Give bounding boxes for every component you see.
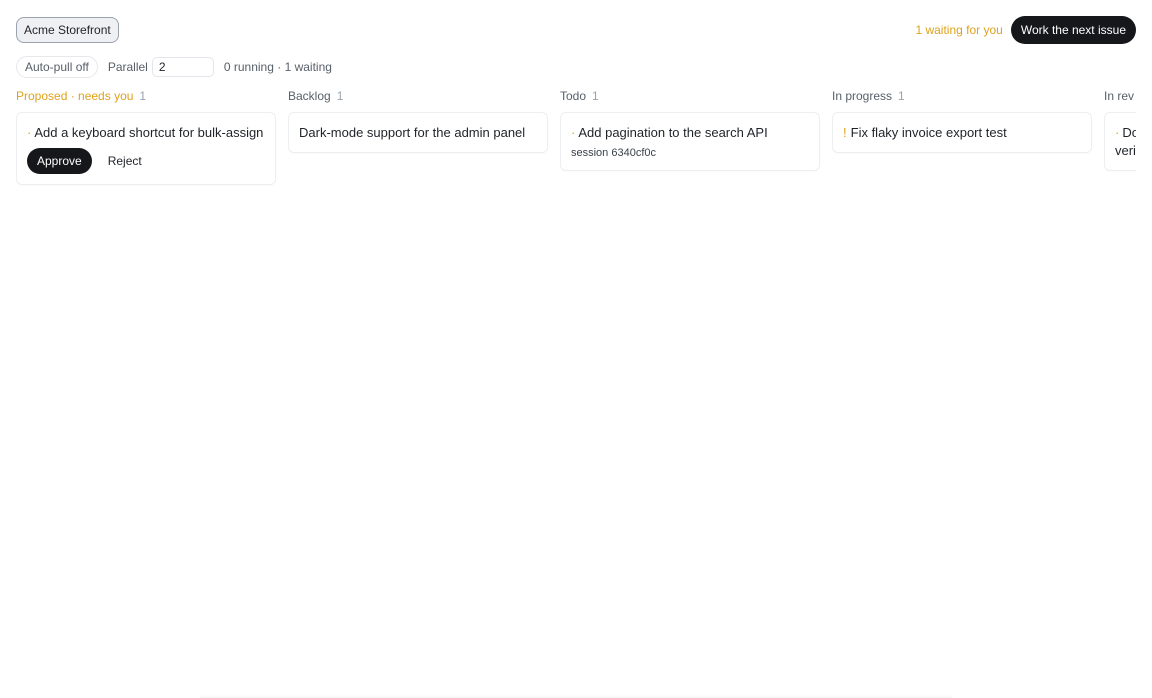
issue-card[interactable]: · Add a keyboard shortcut for bulk-assign… [16,112,276,185]
column-todo: Todo 1 · Add pagination to the search API… [560,88,820,171]
issue-card[interactable]: ! Fix flaky invoice export test [832,112,1092,153]
column-header: In rev [1104,88,1136,104]
top-actions: 1 waiting for you Work the next issue [915,16,1136,44]
card-actions: Approve Reject [27,148,265,174]
card-title-text: Dark-mode support for the admin panel [299,125,526,140]
board-columns: Proposed · needs you 1 · Add a keyboard s… [16,88,1136,698]
approve-button[interactable]: Approve [27,148,92,174]
kanban-page: Acme Storefront 1 waiting for you Work t… [0,0,1152,698]
card-title: · Add pagination to the search API [571,124,809,142]
card-title-text: Do [1122,125,1136,140]
column-header: Todo 1 [560,88,820,104]
priority-marker: · [27,125,32,140]
column-title: Backlog [288,89,331,103]
project-selector[interactable]: Acme Storefront [16,17,119,43]
parallel-input[interactable] [151,57,214,77]
control-strip: Auto-pull off Parallel 0 running · 1 wai… [16,56,332,78]
bottom-edge-shadow [200,694,952,698]
session-id: session 6340cf0c [571,147,656,159]
column-title: Todo [560,89,587,103]
card-title: ! Fix flaky invoice export test [843,124,1081,142]
card-title-text-line2: veri [1115,143,1136,158]
top-bar: Acme Storefront 1 waiting for you Work t… [16,16,1136,44]
column-count: 1 [592,89,599,103]
run-status: 0 running · 1 waiting [223,60,332,74]
parallel-setting: Parallel [108,57,214,77]
card-title: · Add a keyboard shortcut for bulk-assign [27,124,265,142]
card-title-text: Add a keyboard shortcut for bulk-assign [34,125,264,140]
kanban-board: Proposed · needs you 1 · Add a keyboard s… [16,88,1136,698]
column-backlog: Backlog 1 Dark-mode support for the admi… [288,88,548,153]
priority-high-marker: ! [843,125,847,140]
column-in-review: In rev · Do veri [1104,88,1136,171]
column-title: Proposed · needs you [16,89,134,103]
waiting-note: 1 waiting for you [915,23,1003,37]
column-count: 1 [336,89,344,103]
work-next-issue-button[interactable]: Work the next issue [1010,16,1136,44]
issue-card[interactable]: · Do veri [1104,112,1136,171]
parallel-label: Parallel [107,60,148,74]
column-count: 1 [139,89,147,103]
card-title-text: Fix flaky invoice export test [850,125,1007,140]
column-header: In progress 1 [832,88,1092,104]
column-title: In rev [1104,89,1135,103]
auto-pull-toggle[interactable]: Auto-pull off [16,56,98,78]
card-title-text: Add pagination to the search API [578,125,768,140]
issue-card[interactable]: Dark-mode support for the admin panel [288,112,548,153]
priority-marker: · [1115,125,1120,140]
column-header: Proposed · needs you 1 [16,88,276,104]
column-header: Backlog 1 [288,88,548,104]
column-count: 1 [898,89,905,103]
priority-marker: · [571,125,576,140]
column-in-progress: In progress 1 ! Fix flaky invoice export … [832,88,1092,153]
column-title: In progress [832,89,893,103]
reject-button[interactable]: Reject [100,148,150,174]
column-proposed: Proposed · needs you 1 · Add a keyboard s… [16,88,276,185]
issue-card[interactable]: · Add pagination to the search API sessio… [560,112,820,171]
card-title: · Do veri [1115,124,1136,160]
